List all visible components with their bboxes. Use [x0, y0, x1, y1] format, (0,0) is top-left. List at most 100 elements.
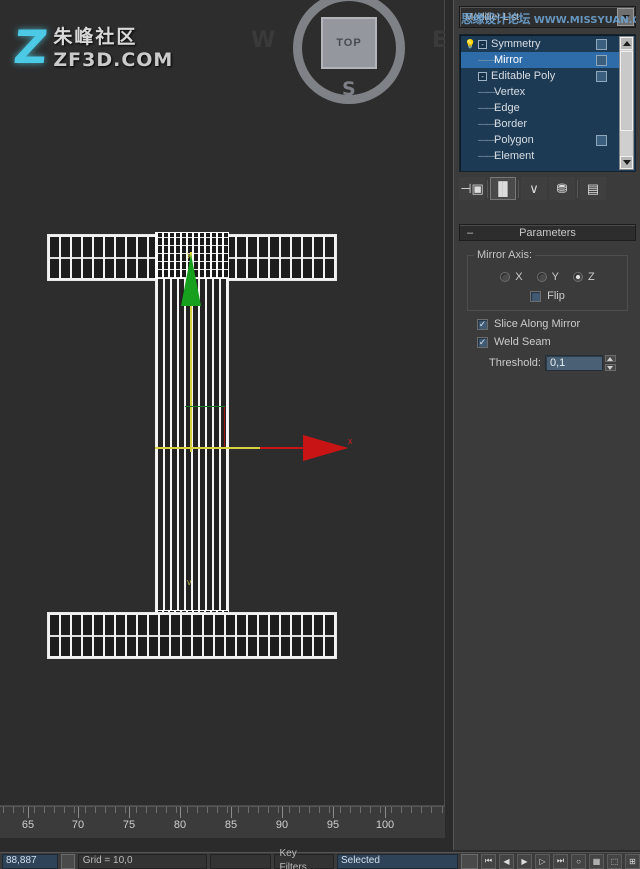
make-unique-icon[interactable]: ∨ — [521, 177, 547, 200]
threshold-row[interactable]: Threshold: 0,1 — [463, 351, 632, 371]
stack-item-editable-poly[interactable]: -Editable Poly — [461, 68, 619, 84]
stack-item-checkbox[interactable] — [596, 135, 607, 146]
gizmo-plane-handle-horizontal[interactable] — [185, 406, 225, 407]
ruler-tick-major — [78, 807, 79, 818]
mirror-axis-radio-group[interactable]: X Y Z — [474, 268, 621, 290]
watermark-chinese-text: 朱峰社区 — [53, 22, 173, 49]
modifier-stack-scrollbar[interactable] — [619, 36, 634, 170]
configure-modifier-sets-icon[interactable]: ▤ — [580, 177, 606, 200]
stack-item-checkbox[interactable] — [596, 39, 607, 50]
threshold-increment-icon[interactable] — [605, 355, 616, 362]
mirror-axis-radio-z[interactable]: Z — [573, 271, 595, 283]
ruler-tick — [380, 807, 381, 813]
view-cube[interactable]: TOP W E S — [293, 0, 405, 104]
stack-item-checkbox[interactable] — [596, 71, 607, 82]
mirror-options-list[interactable]: ✓Slice Along Mirror✓Weld Seam — [463, 315, 632, 351]
remove-modifier-icon[interactable]: ⛃ — [549, 177, 575, 200]
threshold-label: Threshold: — [489, 357, 541, 369]
viewport-canvas[interactable]: Z 朱峰社区 ZF3D.COM TOP W E S — [0, 0, 445, 806]
stack-bulb-placeholder — [465, 54, 476, 66]
transport-button-6[interactable]: ▦ — [589, 854, 604, 869]
threshold-spinner[interactable]: 0,1 — [545, 355, 616, 371]
transport-button-7[interactable]: ⬚ — [607, 854, 622, 869]
status-bar[interactable]: 88,887 Grid = 10,0 Key Filters... Select… — [0, 852, 640, 869]
ruler-tick — [401, 807, 402, 813]
stack-bulb-placeholder — [465, 118, 476, 130]
set-key-icon[interactable] — [461, 854, 478, 869]
chevron-down-icon[interactable] — [617, 8, 634, 26]
transport-button-4[interactable]: ⏭ — [553, 854, 568, 869]
scroll-up-icon[interactable] — [620, 37, 633, 50]
stack-item-polygon[interactable]: ——Polygon — [461, 132, 619, 148]
stack-item-edge[interactable]: ——Edge — [461, 100, 619, 116]
auto-key-button[interactable]: Selected — [337, 854, 458, 869]
transport-button-3[interactable]: ▷ — [535, 854, 550, 869]
parameters-rollout-header[interactable]: – Parameters — [459, 224, 636, 241]
stack-tree-line: —— — [478, 103, 494, 114]
stack-expander-icon[interactable]: - — [478, 40, 487, 49]
threshold-decrement-icon[interactable] — [605, 364, 616, 371]
radio-dot-icon[interactable] — [537, 272, 547, 282]
lock-selection-icon[interactable] — [61, 854, 75, 869]
scrollbar-thumb[interactable] — [620, 51, 633, 131]
transport-button-2[interactable]: ▶ — [517, 854, 532, 869]
ruler-tick — [350, 807, 351, 813]
option-weld-seam[interactable]: ✓Weld Seam — [463, 333, 632, 351]
pin-stack-icon[interactable]: ⊣▣ — [459, 177, 485, 200]
radio-dot-icon[interactable] — [573, 272, 583, 282]
ruler-tick — [217, 807, 218, 813]
checkbox-icon[interactable]: ✓ — [477, 319, 488, 330]
transport-button-1[interactable]: ◀ — [499, 854, 514, 869]
stack-tree-line: —— — [478, 119, 494, 130]
modifier-list-dropdown[interactable]: Modifier List 思缘设计论坛 WWW.MISSYUAN.COM — [459, 6, 636, 28]
ruler-tick — [238, 807, 239, 813]
ruler-tick — [299, 807, 300, 813]
gizmo-y-axis-arrow[interactable] — [181, 254, 201, 306]
stack-item-symmetry[interactable]: 💡-Symmetry — [461, 36, 619, 52]
ruler-tick — [74, 807, 75, 813]
stack-expander-icon[interactable]: - — [478, 72, 487, 81]
threshold-input[interactable]: 0,1 — [545, 355, 603, 371]
stack-item-vertex[interactable]: ——Vertex — [461, 84, 619, 100]
compass-east-label[interactable]: E — [432, 28, 445, 53]
flip-checkbox-row[interactable]: Flip — [474, 290, 621, 302]
transport-button-8[interactable]: ⊞ — [625, 854, 640, 869]
key-filters-button[interactable]: Key Filters... — [274, 854, 334, 869]
flip-checkbox[interactable] — [530, 291, 541, 302]
stack-item-checkbox[interactable] — [596, 55, 607, 66]
modifier-stack-list[interactable]: 💡-Symmetry——Mirror-Editable Poly——Vertex… — [461, 36, 619, 170]
transport-button-5[interactable]: ○ — [571, 854, 586, 869]
light-bulb-icon[interactable]: 💡 — [465, 38, 476, 50]
modifier-stack[interactable]: 💡-Symmetry——Mirror-Editable Poly——Vertex… — [459, 34, 636, 172]
gizmo-plane-handle-vertical[interactable] — [224, 407, 225, 449]
stack-item-mirror[interactable]: ——Mirror — [461, 52, 619, 68]
stack-item-element[interactable]: ——Element — [461, 148, 619, 164]
transform-gizmo[interactable]: y x v — [155, 252, 355, 462]
ruler-tick-major — [333, 807, 334, 818]
stack-tree-line: —— — [478, 151, 494, 162]
radio-dot-icon[interactable] — [500, 272, 510, 282]
ruler-label: 70 — [72, 819, 84, 831]
compass-south-label[interactable]: S — [342, 78, 356, 100]
coordinate-field[interactable]: 88,887 — [2, 854, 58, 869]
mirror-axis-radio-y[interactable]: Y — [537, 271, 559, 283]
transport-button-0[interactable]: ⏮ — [481, 854, 496, 869]
compass-west-label[interactable]: W — [251, 28, 275, 53]
option-slice-along-mirror[interactable]: ✓Slice Along Mirror — [463, 315, 632, 333]
gizmo-x-axis-arrow[interactable] — [303, 435, 348, 461]
viewport-top[interactable]: Z 朱峰社区 ZF3D.COM TOP W E S — [0, 0, 445, 806]
rollout-title: Parameters — [519, 227, 576, 239]
mirror-axis-radio-x[interactable]: X — [500, 271, 522, 283]
modifier-stack-toolbar[interactable]: ⊣▣▐▌∨⛃▤ — [459, 176, 636, 201]
ruler-tick — [115, 807, 116, 813]
ruler-tick — [146, 807, 147, 813]
scroll-down-icon[interactable] — [620, 156, 633, 169]
show-end-result-icon[interactable]: ▐▌ — [490, 177, 516, 200]
checkbox-icon[interactable]: ✓ — [477, 337, 488, 348]
view-cube-top-face[interactable]: TOP — [321, 17, 377, 69]
viewport-ruler: 65707580859095100 — [0, 806, 445, 838]
rollout-collapse-icon[interactable]: – — [467, 227, 473, 239]
stack-item-border[interactable]: ——Border — [461, 116, 619, 132]
animation-transport-controls[interactable]: ⏮◀▶▷⏭○▦⬚⊞ — [481, 854, 640, 869]
ruler-tick — [136, 807, 137, 813]
